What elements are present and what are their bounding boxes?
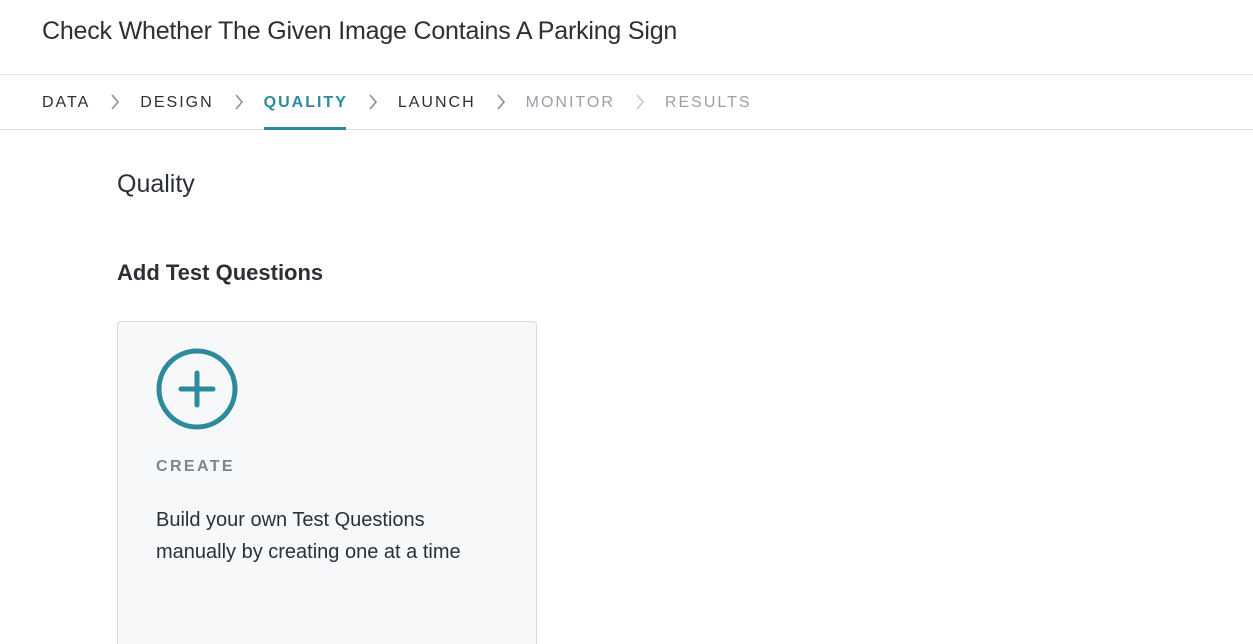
card-description: Build your own Test Questions manually b… bbox=[156, 509, 461, 563]
plus-circle-icon bbox=[155, 347, 239, 431]
step-tabs: DATA DESIGN QUALITY LAUNCH MONITOR RESUL… bbox=[0, 75, 1253, 130]
chevron-right-icon bbox=[615, 75, 665, 130]
create-test-questions-card[interactable]: CREATE Build your own Test Questions man… bbox=[117, 321, 537, 644]
job-title: Check Whether The Given Image Contains A… bbox=[42, 17, 678, 45]
header: Check Whether The Given Image Contains A… bbox=[0, 0, 1253, 75]
tab-monitor: MONITOR bbox=[525, 93, 615, 111]
tab-quality[interactable]: QUALITY bbox=[263, 75, 348, 130]
chevron-right-icon bbox=[214, 75, 264, 130]
tab-design[interactable]: DESIGN bbox=[140, 75, 213, 130]
tab-launch[interactable]: LAUNCH bbox=[398, 75, 476, 130]
add-test-questions-heading: Add Test Questions bbox=[117, 260, 324, 285]
chevron-right-icon bbox=[476, 75, 526, 130]
chevron-right-icon bbox=[348, 75, 398, 130]
tab-results: RESULTS bbox=[664, 93, 752, 111]
section-title: Quality bbox=[117, 170, 195, 198]
page: Check Whether The Given Image Contains A… bbox=[0, 0, 1253, 644]
card-label: CREATE bbox=[156, 458, 235, 475]
tab-data[interactable]: DATA bbox=[42, 75, 90, 130]
chevron-right-icon bbox=[90, 75, 140, 130]
